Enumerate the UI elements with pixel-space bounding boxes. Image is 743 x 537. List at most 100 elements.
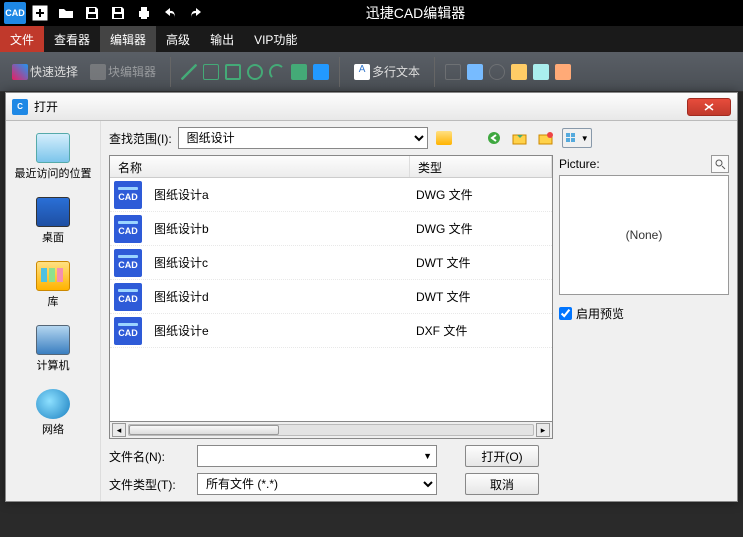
close-button[interactable] <box>687 98 731 116</box>
file-list[interactable]: 名称 类型 CAD 图纸设计a DWG 文件 CAD 图纸设计b DWG 文件 <box>109 155 553 422</box>
paste-tool-icon[interactable] <box>511 64 527 80</box>
file-type: DXF 文件 <box>410 322 552 339</box>
menu-advanced[interactable]: 高级 <box>156 26 200 52</box>
back-arrow-icon <box>487 131 501 145</box>
print-icon[interactable] <box>132 1 156 25</box>
folder-icon <box>436 131 452 145</box>
ribbon-separator <box>339 57 340 87</box>
cad-file-icon: CAD <box>114 283 142 311</box>
desktop-icon <box>36 197 70 227</box>
quick-select-label: 快速选择 <box>30 63 78 80</box>
new-icon[interactable] <box>28 1 52 25</box>
circle-tool-icon[interactable] <box>247 64 263 80</box>
save-icon[interactable] <box>80 1 104 25</box>
copy-tool-icon[interactable] <box>467 64 483 80</box>
scroll-right-icon[interactable]: ▸ <box>536 423 550 437</box>
dialog-titlebar: C 打开 <box>6 93 737 121</box>
file-name: 图纸设计e <box>148 322 410 339</box>
menu-editor[interactable]: 编辑器 <box>100 26 156 52</box>
list-item[interactable]: CAD 图纸设计c DWT 文件 <box>110 246 552 280</box>
image-tool-icon[interactable] <box>313 64 329 80</box>
scroll-left-icon[interactable]: ◂ <box>112 423 126 437</box>
nav-viewmode-button[interactable]: ▼ <box>562 128 592 148</box>
undo-icon[interactable] <box>158 1 182 25</box>
open-dialog: C 打开 最近访问的位置 桌面 库 计算机 <box>5 92 738 502</box>
app-titlebar: CAD 迅捷CAD编辑器 <box>0 0 743 26</box>
place-network[interactable]: 网络 <box>6 383 100 447</box>
rect-tool-icon[interactable] <box>225 64 241 80</box>
place-recent[interactable]: 最近访问的位置 <box>6 127 100 191</box>
file-name: 图纸设计b <box>148 220 410 237</box>
folder-up-icon <box>512 131 528 145</box>
nav-newfolder-button[interactable] <box>536 128 556 148</box>
list-header: 名称 类型 <box>110 156 552 178</box>
rotate-tool-icon <box>489 64 505 80</box>
place-computer[interactable]: 计算机 <box>6 319 100 383</box>
file-type: DWG 文件 <box>410 186 552 203</box>
preview-find-button[interactable] <box>711 155 729 173</box>
file-name: 图纸设计d <box>148 288 410 305</box>
clip-tool-icon[interactable] <box>533 64 549 80</box>
ribbon: 快速选择 块编辑器 A 多行文本 <box>0 52 743 92</box>
file-type: DWT 文件 <box>410 288 552 305</box>
filename-label: 文件名(N): <box>109 448 189 465</box>
places-bar: 最近访问的位置 桌面 库 计算机 网络 <box>6 121 101 501</box>
app-logo-icon: CAD <box>4 2 26 24</box>
preview-box: (None) <box>559 175 729 295</box>
block-editor-label: 块编辑器 <box>108 63 156 80</box>
open-button[interactable]: 打开(O) <box>465 445 539 467</box>
col-name[interactable]: 名称 <box>110 156 410 177</box>
multiline-text-label: 多行文本 <box>372 63 420 80</box>
quick-select-button[interactable]: 快速选择 <box>8 61 82 82</box>
list-item[interactable]: CAD 图纸设计b DWG 文件 <box>110 212 552 246</box>
file-type: DWG 文件 <box>410 220 552 237</box>
place-libraries[interactable]: 库 <box>6 255 100 319</box>
place-label: 最近访问的位置 <box>15 165 92 181</box>
search-icon <box>714 158 726 170</box>
cancel-button[interactable]: 取消 <box>465 473 539 495</box>
menu-vip[interactable]: VIP功能 <box>244 26 307 52</box>
list-item[interactable]: CAD 图纸设计e DXF 文件 <box>110 314 552 348</box>
menu-viewer[interactable]: 查看器 <box>44 26 100 52</box>
redo-icon[interactable] <box>184 1 208 25</box>
computer-icon <box>36 325 70 355</box>
multiline-text-button[interactable]: A 多行文本 <box>350 61 424 82</box>
horizontal-scrollbar[interactable]: ◂ ▸ <box>109 422 553 439</box>
nav-up-button[interactable] <box>510 128 530 148</box>
ribbon-separator <box>170 57 171 87</box>
col-type[interactable]: 类型 <box>410 156 552 177</box>
move-tool-icon <box>445 64 461 80</box>
shape-tool-icon[interactable] <box>291 64 307 80</box>
preview-content: (None) <box>626 228 663 242</box>
new-folder-icon <box>538 131 554 145</box>
scroll-thumb[interactable] <box>129 425 279 435</box>
enable-preview-label: 启用预览 <box>576 305 624 322</box>
filetype-label: 文件类型(T): <box>109 476 189 493</box>
filetype-select[interactable]: 所有文件 (*.*) <box>197 473 437 495</box>
enable-preview-checkbox[interactable]: 启用预览 <box>559 305 729 322</box>
app-title: 迅捷CAD编辑器 <box>366 3 466 23</box>
cad-file-icon: CAD <box>114 249 142 277</box>
cad-file-icon: CAD <box>114 317 142 345</box>
saveas-icon[interactable] <box>106 1 130 25</box>
cad-file-icon: CAD <box>114 181 142 209</box>
open-icon[interactable] <box>54 1 78 25</box>
misc-tool-icon[interactable] <box>555 64 571 80</box>
close-icon <box>704 103 714 111</box>
filename-input[interactable]: ▼ <box>197 445 437 467</box>
block-editor-button: 块编辑器 <box>86 61 160 82</box>
list-item[interactable]: CAD 图纸设计a DWG 文件 <box>110 178 552 212</box>
look-in-select[interactable]: 图纸设计 <box>178 127 428 149</box>
place-label: 计算机 <box>37 357 70 373</box>
polyline-tool-icon[interactable] <box>203 64 219 80</box>
nav-back-button[interactable] <box>484 128 504 148</box>
line-tool-icon[interactable] <box>181 64 197 80</box>
place-desktop[interactable]: 桌面 <box>6 191 100 255</box>
menu-output[interactable]: 输出 <box>200 26 244 52</box>
place-label: 桌面 <box>42 229 64 245</box>
list-item[interactable]: CAD 图纸设计d DWT 文件 <box>110 280 552 314</box>
arc-tool-icon[interactable] <box>269 64 285 80</box>
menu-file[interactable]: 文件 <box>0 26 44 52</box>
enable-preview-input[interactable] <box>559 307 572 320</box>
libraries-icon <box>36 261 70 291</box>
